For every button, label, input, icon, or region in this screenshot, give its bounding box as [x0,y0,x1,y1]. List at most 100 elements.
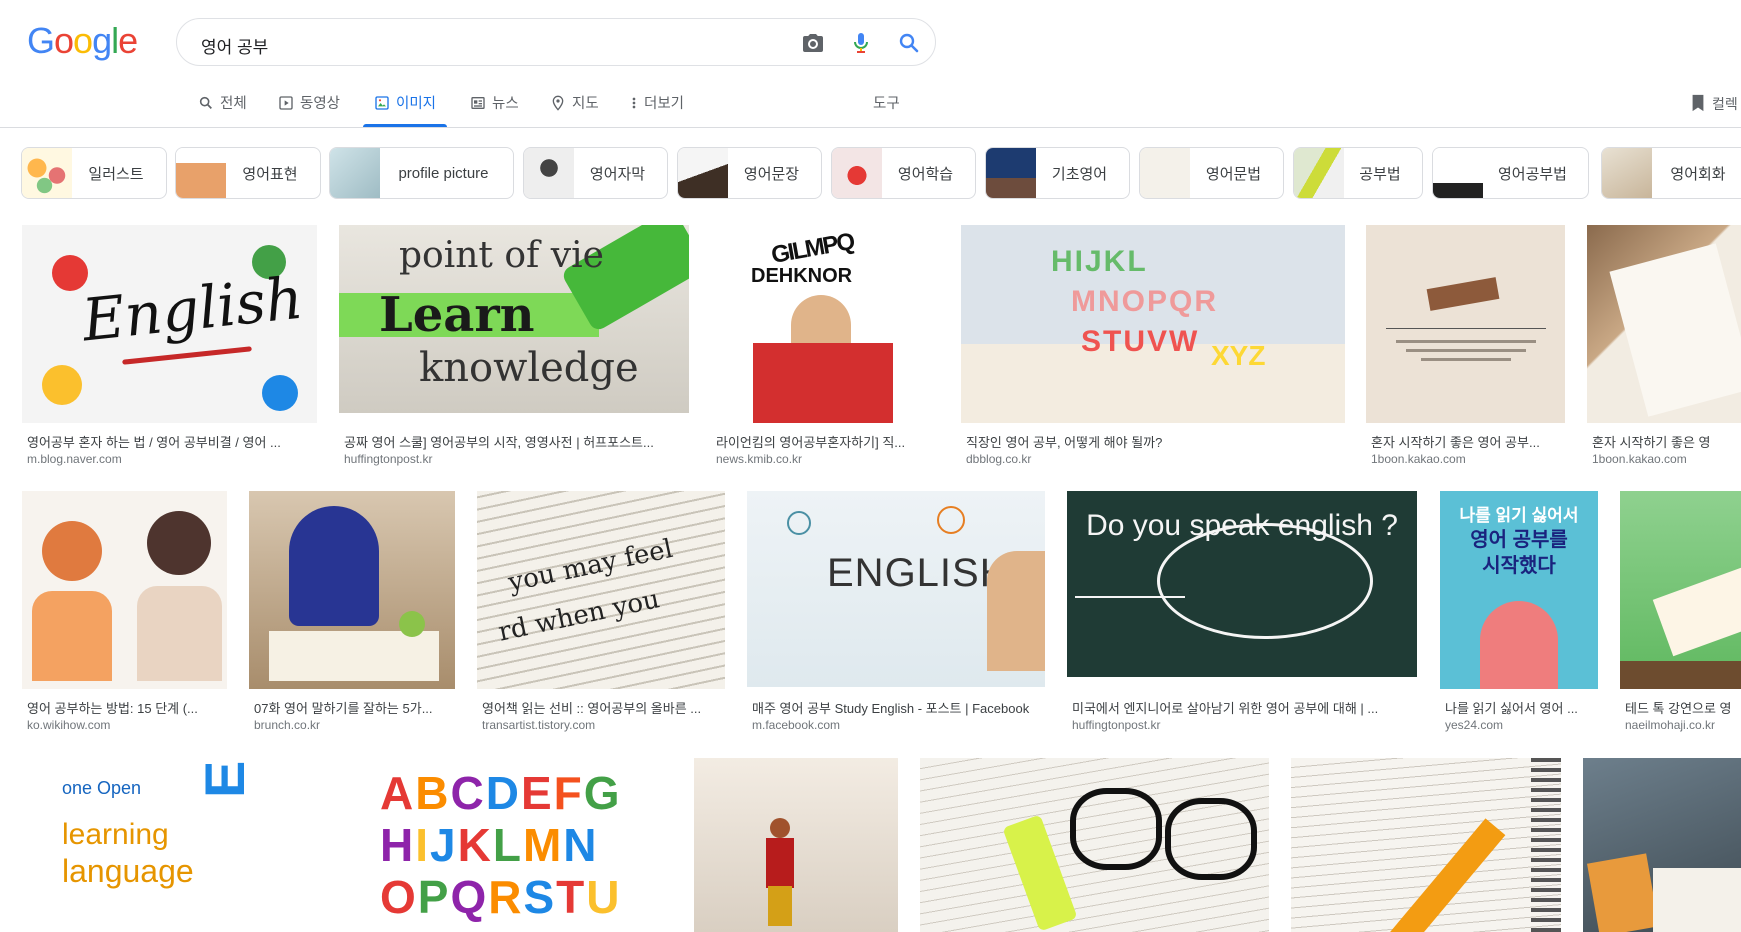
result-source[interactable]: m.blog.naver.com [27,452,312,466]
image-result[interactable] [920,758,1269,932]
result-source[interactable]: brunch.co.kr [254,718,452,732]
result-caption[interactable]: 나를 읽기 싫어서 영어 ... [1445,698,1599,717]
image-result[interactable]: ABCDEFG HIJKLMN OPQRSTU [374,758,672,932]
result-source[interactable]: ko.wikihow.com [27,718,225,732]
result-source[interactable]: huffingtonpost.kr [1072,718,1412,732]
image-result[interactable]: 혼자 시작하기 좋은 영어 공부... 1boon.kakao.com [1366,225,1565,470]
image-result[interactable]: GILMPQ DEHKNOR 라이언킴의 영어공부혼자하기] 직... news… [711,225,940,470]
result-caption[interactable]: 혼자 시작하기 좋은 영어 공부... [1371,432,1561,451]
result-image[interactable]: Do you speak english ? [1067,491,1417,677]
tab-videos[interactable]: 동영상 [278,92,340,128]
result-image[interactable] [249,491,455,689]
result-image[interactable]: GILMPQ DEHKNOR [711,225,940,423]
image-result[interactable]: ENGLISH 매주 영어 공부 Study English - 포스트 | F… [747,491,1045,736]
image-result[interactable]: Do you speak english ? 미국에서 엔지니어로 살아남기 위… [1067,491,1417,736]
chip-study-method[interactable]: 공부법 [1293,147,1423,199]
result-image[interactable] [920,758,1269,932]
chip-english-study-method[interactable]: 영어공부법 [1432,147,1589,199]
result-image[interactable]: ENGLISH [747,491,1045,687]
image-result[interactable]: Learn point of vie knowledge 공짜 영어 스쿨] 영… [339,225,689,470]
image-result[interactable]: 나를 읽기 싫어서 영어 공부를 시작했다 나를 읽기 싫어서 영어 ... y… [1440,491,1598,736]
image-result[interactable]: 영어 공부하는 방법: 15 단계 (... ko.wikihow.com [22,491,227,736]
chip-thumbnail [330,148,380,198]
result-source[interactable]: 1boon.kakao.com [1592,452,1741,466]
result-image[interactable]: ABCDEFG HIJKLMN OPQRSTU [374,758,672,932]
chip-thumbnail [1140,148,1190,198]
search-input[interactable]: 영어 공부 [201,33,268,58]
result-source[interactable]: 1boon.kakao.com [1371,452,1561,466]
tab-all[interactable]: 전체 [198,92,247,128]
result-source[interactable]: naeilmohaji.co.kr [1625,718,1741,732]
tab-label: 동영상 [300,96,341,112]
chip-grammar[interactable]: 영어문법 [1139,147,1284,199]
collections-button[interactable]: 컬렉 [1690,94,1738,114]
microphone-icon[interactable] [849,31,873,55]
result-caption[interactable]: 직장인 영어 공부, 어떻게 해야 될까? [966,432,1340,451]
result-caption[interactable]: 라이언킴의 영어공부혼자하기] 직... [716,432,936,451]
image-result[interactable]: you may feel rd when you 영어책 읽는 선비 :: 영어… [477,491,725,736]
result-image[interactable] [22,491,227,689]
collections-label: 컬렉 [1712,96,1738,112]
chip-expression[interactable]: 영어표현 [175,147,321,199]
result-source[interactable]: dbblog.co.kr [966,452,1340,466]
result-image[interactable] [1587,225,1741,423]
bookmark-icon [1692,94,1704,112]
camera-icon[interactable] [801,31,825,55]
video-icon [279,96,293,110]
chip-subtitles[interactable]: 영어자막 [523,147,668,199]
chip-basic-english[interactable]: 기초영어 [985,147,1130,199]
result-source[interactable]: transartist.tistory.com [482,718,722,732]
result-caption[interactable]: 혼자 시작하기 좋은 영 [1592,432,1741,451]
image-result[interactable]: English 영어공부 혼자 하는 법 / 영어 공부비결 / 영어 ... … [22,225,317,470]
image-result[interactable]: 07화 영어 말하기를 잘하는 5가... brunch.co.kr [249,491,455,736]
tools-button[interactable]: 도구 [873,92,900,113]
chip-conversation[interactable]: 영어회화 [1601,147,1741,199]
result-source[interactable]: huffingtonpost.kr [344,452,684,466]
result-image[interactable]: 나를 읽기 싫어서 영어 공부를 시작했다 [1440,491,1598,689]
result-caption[interactable]: 테드 톡 강연으로 영 [1625,698,1741,717]
chip-profile-picture[interactable]: profile picture [329,147,514,199]
result-caption[interactable]: 영어책 읽는 선비 :: 영어공부의 올바른 ... [482,698,722,717]
chip-label: 영어표현 [242,165,298,183]
search-icon[interactable] [897,31,921,55]
image-result[interactable]: HIJKL MNOPQR STUVW XYZ 직장인 영어 공부, 어떻게 해야… [961,225,1345,470]
result-image[interactable]: learning language English one Open [22,758,352,932]
tab-maps[interactable]: 지도 [550,92,599,128]
tab-more[interactable]: 더보기 [630,92,684,128]
image-result[interactable]: 혼자 시작하기 좋은 영 1boon.kakao.com [1587,225,1741,470]
result-image[interactable] [694,758,898,932]
search-box[interactable]: 영어 공부 [176,18,936,66]
tab-news[interactable]: 뉴스 [470,92,519,128]
result-caption[interactable]: 미국에서 엔지니어로 살아남기 위한 영어 공부에 대해 | ... [1072,698,1412,717]
result-image[interactable]: HIJKL MNOPQR STUVW XYZ [961,225,1345,423]
result-caption[interactable]: 07화 영어 말하기를 잘하는 5가... [254,698,452,717]
google-logo[interactable]: Google [27,20,138,62]
result-image[interactable]: you may feel rd when you [477,491,725,689]
tab-images[interactable]: 이미지 [374,92,436,128]
result-image[interactable] [1583,758,1741,932]
chip-learning[interactable]: 영어학습 [831,147,976,199]
image-result[interactable] [1583,758,1741,932]
chip-sentences[interactable]: 영어문장 [677,147,822,199]
result-image[interactable] [1291,758,1561,932]
result-caption[interactable]: 공짜 영어 스쿨] 영어공부의 시작, 영영사전 | 허프포스트... [344,432,684,451]
image-result[interactable]: 테드 톡 강연으로 영 naeilmohaji.co.kr [1620,491,1741,736]
image-result[interactable] [694,758,898,932]
result-image[interactable] [1366,225,1565,423]
result-image[interactable]: English [22,225,317,423]
chip-label: 영어회화 [1670,165,1726,183]
result-caption[interactable]: 영어공부 혼자 하는 법 / 영어 공부비결 / 영어 ... [27,432,312,451]
chip-label: 영어자막 [589,165,646,183]
result-source[interactable]: yes24.com [1445,718,1599,732]
result-image[interactable]: Learn point of vie knowledge [339,225,689,413]
chip-thumbnail [1294,148,1344,198]
result-source[interactable]: news.kmib.co.kr [716,452,936,466]
result-source[interactable]: m.facebook.com [752,718,1044,732]
chip-thumbnail [524,148,574,198]
result-caption[interactable]: 영어 공부하는 방법: 15 단계 (... [27,698,225,717]
image-result[interactable]: learning language English one Open [22,758,352,932]
image-result[interactable] [1291,758,1561,932]
result-image[interactable] [1620,491,1741,689]
result-caption[interactable]: 매주 영어 공부 Study English - 포스트 | Facebook [752,698,1044,717]
chip-illustration[interactable]: 일러스트 [21,147,167,199]
